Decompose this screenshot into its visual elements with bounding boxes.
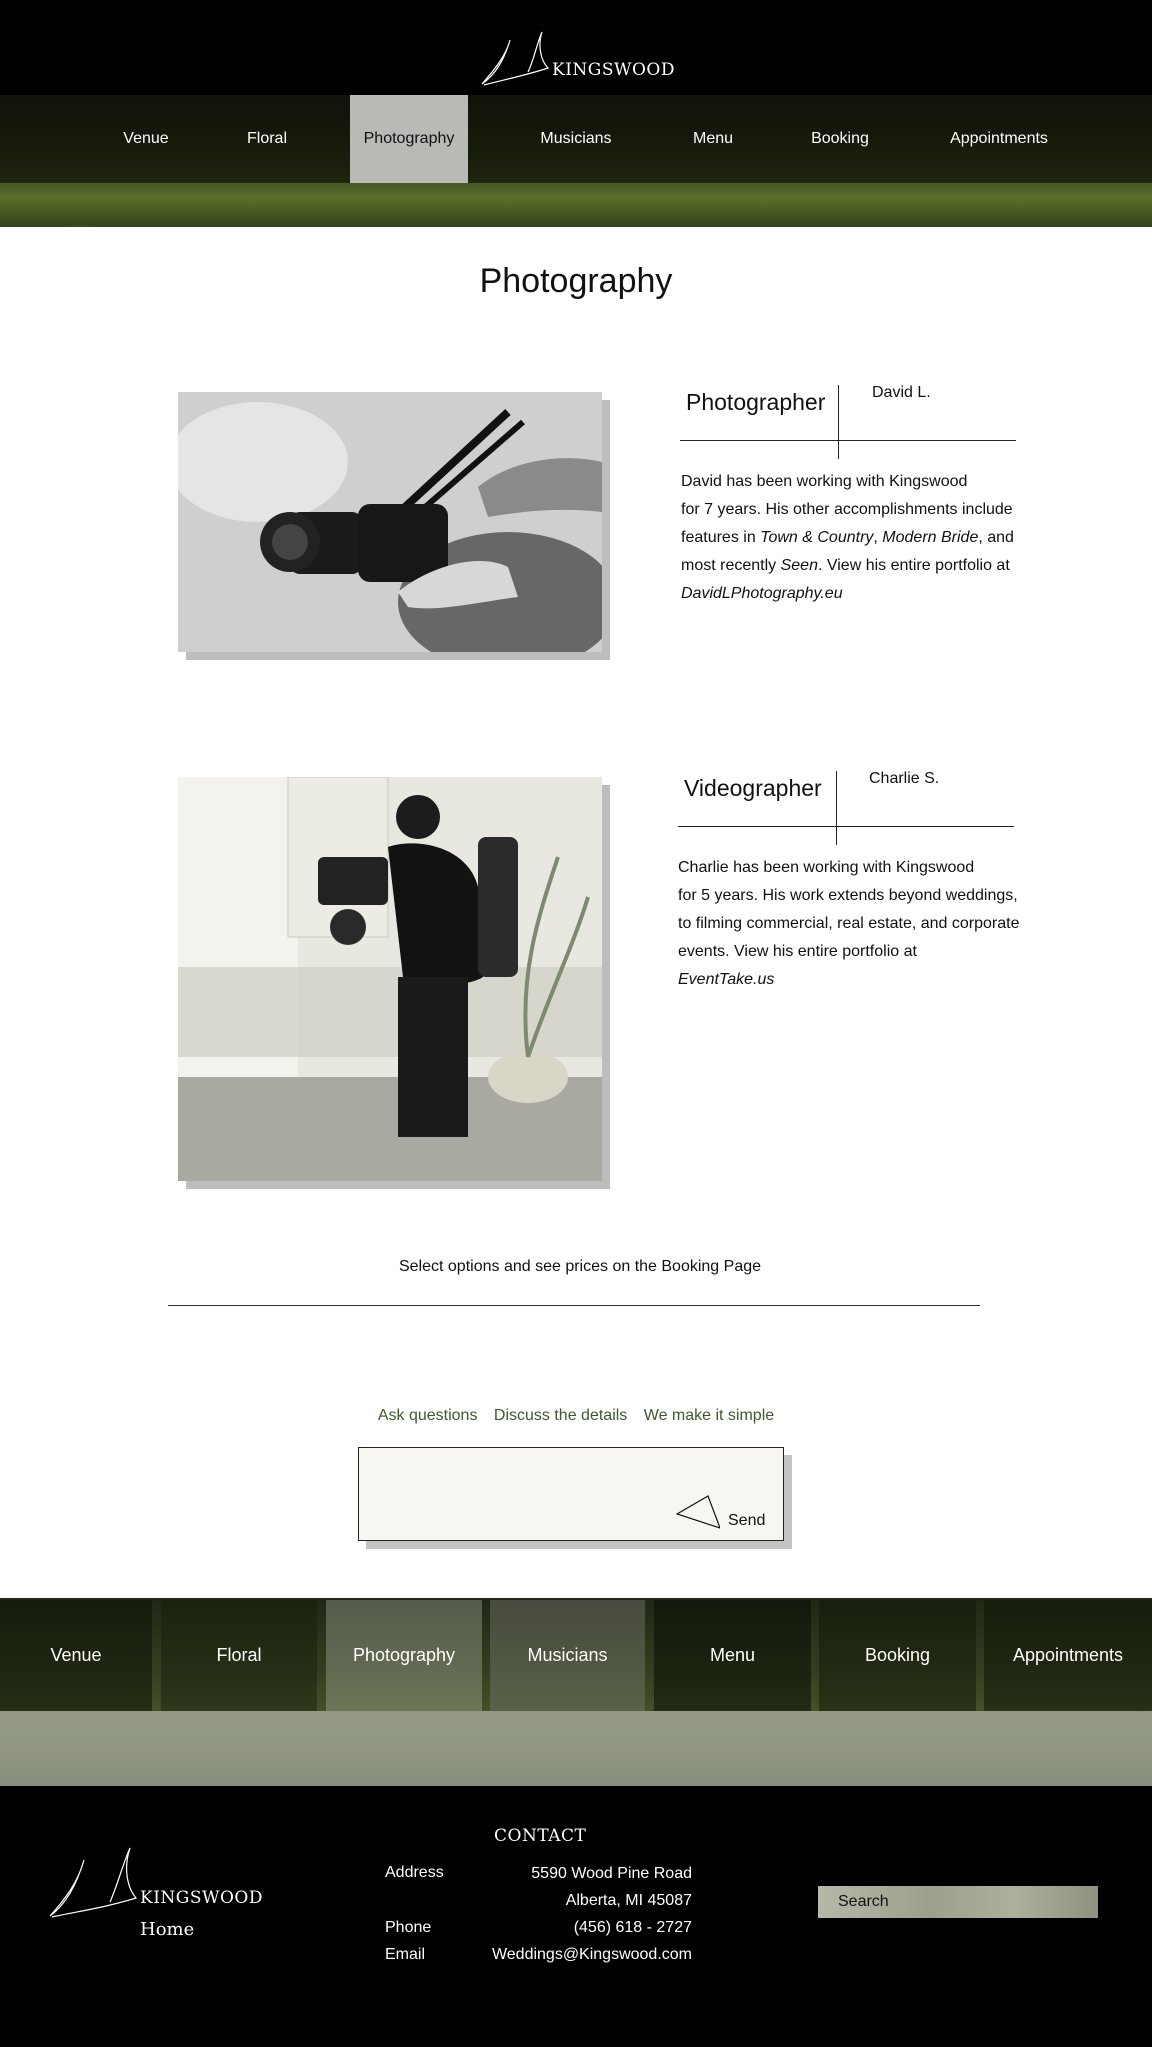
nav-musicians[interactable]: Musicians (526, 95, 626, 183)
footer-nav-photography[interactable]: Photography (326, 1600, 482, 1711)
image-overlay (0, 1711, 1152, 1786)
nav-appointments[interactable]: Appointments (934, 95, 1064, 183)
email-label: Email (385, 1946, 426, 1963)
bio-line: Charlie has been working with Kingswood (678, 859, 975, 876)
photographer-name: David L. (872, 384, 931, 401)
address-line1: 5590 Wood Pine Road (531, 1865, 692, 1882)
role-photographer: Photographer (686, 389, 826, 415)
bio-line: David has been working with Kingswood (681, 473, 968, 490)
nav-floral[interactable]: Floral (226, 95, 308, 183)
footer-brand-name: KINGSWOOD (140, 1888, 263, 1908)
main-nav: Venue Floral Photography Musicians Menu … (0, 95, 1152, 183)
videographer-illustration (178, 777, 602, 1181)
send-button[interactable]: Send (728, 1512, 765, 1530)
footer-home-link[interactable]: Home (140, 1919, 194, 1940)
page-title: Photography (479, 262, 673, 300)
phone-label: Phone (385, 1919, 432, 1936)
link-discuss-details[interactable]: Discuss the details (494, 1407, 627, 1424)
search-box (818, 1886, 1098, 1918)
message-input[interactable] (358, 1447, 784, 1541)
address-label: Address (385, 1864, 444, 1881)
footer-nav-floral[interactable]: Floral (161, 1600, 317, 1711)
videographer-bio: Charlie has been working with Kingswood … (678, 854, 1019, 994)
search-input[interactable] (818, 1886, 1098, 1918)
footer-nav-appointments[interactable]: Appointments (984, 1600, 1152, 1711)
leaf-logo-icon (481, 31, 550, 86)
booking-note[interactable]: Select options and see prices on the Boo… (0, 1258, 1152, 1276)
bio-line: for 5 years. His work extends beyond wed… (678, 887, 1018, 904)
divider-horizontal (680, 440, 1016, 441)
link-make-simple[interactable]: We make it simple (644, 1407, 774, 1424)
nav-menu[interactable]: Menu (672, 95, 754, 183)
footer-nav-menu[interactable]: Menu (654, 1600, 811, 1711)
send-icon[interactable] (675, 1494, 721, 1530)
contact-heading: CONTACT (494, 1826, 587, 1846)
camera-hands-illustration (178, 392, 602, 652)
bio-line: most recently Seen. View his entire port… (681, 557, 1010, 574)
contact-links: Ask questions Discuss the details We mak… (0, 1407, 1152, 1425)
footer-nav-musicians[interactable]: Musicians (490, 1600, 645, 1711)
videographer-name: Charlie S. (869, 770, 940, 787)
nav-photography[interactable]: Photography (350, 95, 468, 183)
role-videographer: Videographer (684, 775, 822, 801)
phone-value[interactable]: (456) 618 - 2727 (574, 1919, 692, 1937)
leaf-logo-icon (49, 1847, 138, 1918)
photographer-bio: David has been working with Kingswood fo… (681, 468, 1014, 608)
email-value[interactable]: Weddings@Kingswood.com (492, 1946, 692, 1964)
nav-booking[interactable]: Booking (796, 95, 884, 183)
bio-line: to filming commercial, real estate, and … (678, 915, 1020, 932)
portfolio-link[interactable]: EventTake.us (678, 966, 1019, 994)
divider-vertical (836, 771, 837, 845)
brand-logo[interactable]: KINGSWOOD (480, 30, 680, 88)
divider-vertical (838, 385, 839, 459)
bio-line: events. View his entire portfolio at (678, 943, 917, 960)
bio-line: features in Town & Country, Modern Bride… (681, 529, 1014, 546)
footer-nav-venue[interactable]: Venue (0, 1600, 152, 1711)
divider-horizontal (678, 826, 1014, 827)
portfolio-link[interactable]: DavidLPhotography.eu (681, 580, 1014, 608)
footer-nav-booking[interactable]: Booking (819, 1600, 976, 1711)
section-divider (168, 1305, 980, 1306)
photographer-image (178, 392, 602, 652)
nav-venue[interactable]: Venue (106, 95, 186, 183)
bio-line: for 7 years. His other accomplishments i… (681, 501, 1013, 518)
videographer-image (178, 777, 602, 1181)
address-line2: Alberta, MI 45087 (565, 1892, 692, 1909)
brand-name: KINGSWOOD (552, 60, 675, 80)
link-ask-questions[interactable]: Ask questions (378, 1407, 478, 1424)
